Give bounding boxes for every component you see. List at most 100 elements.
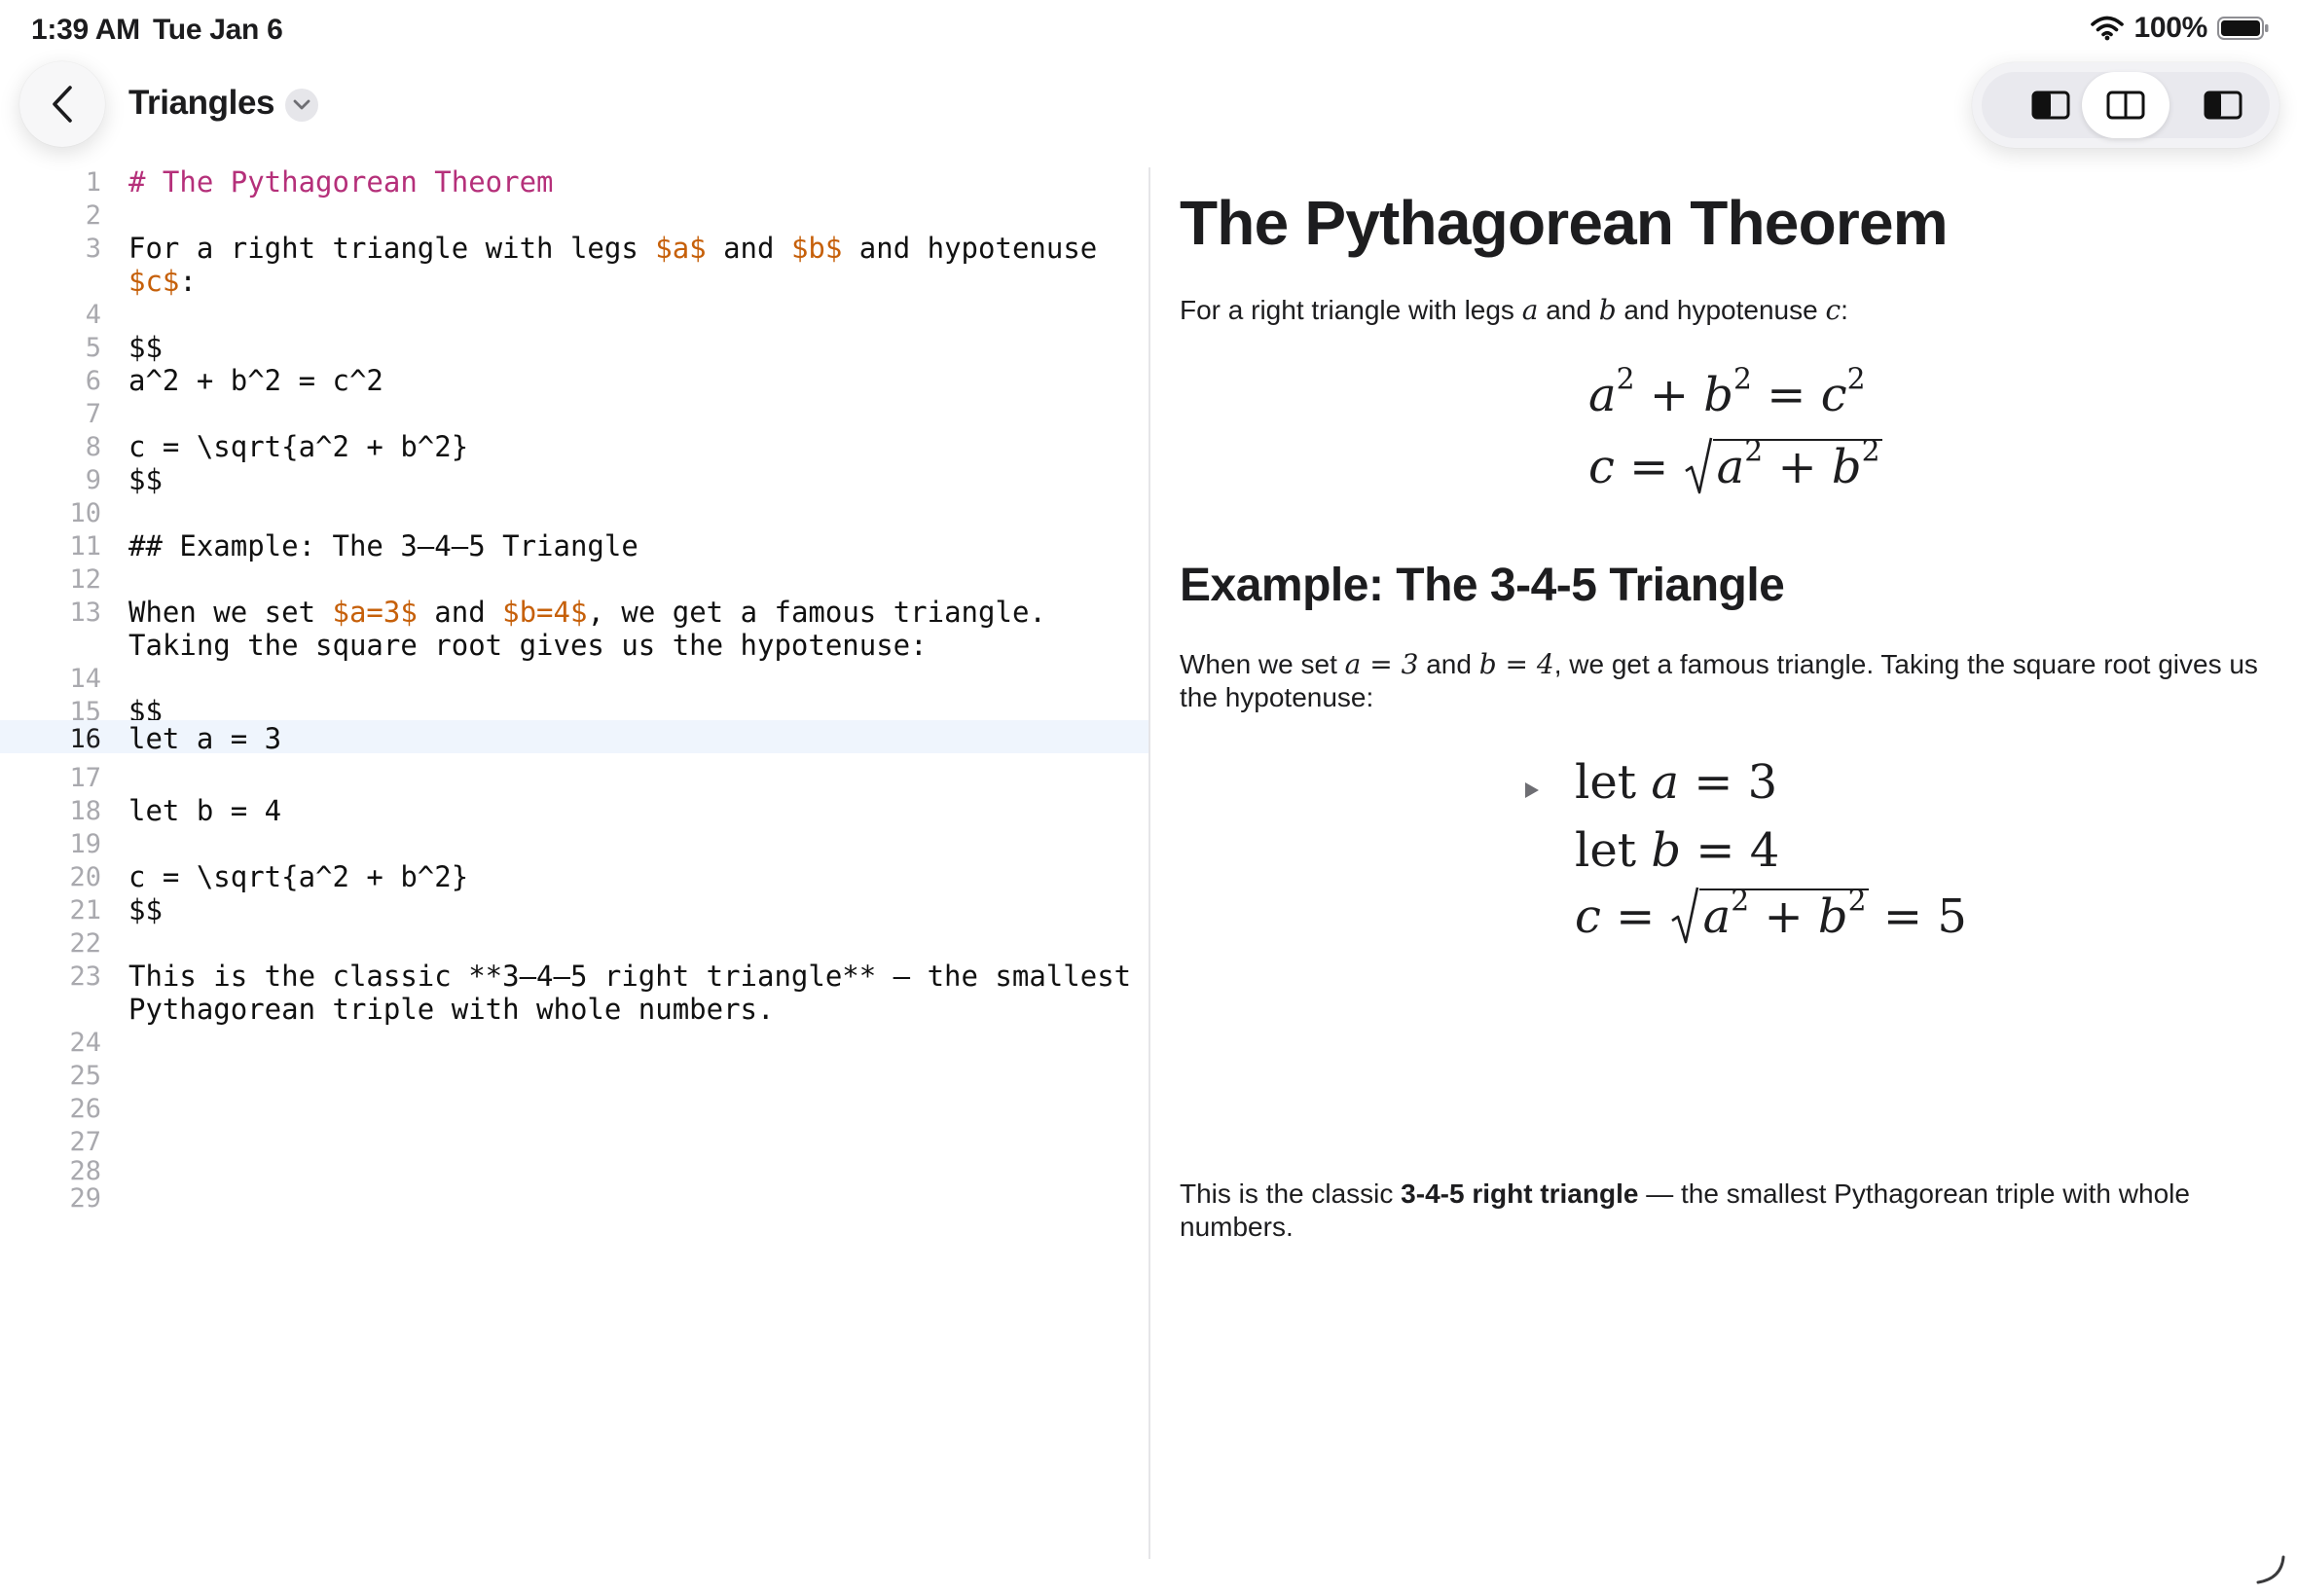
text-run: When we set [1180,649,1345,679]
code-line-active[interactable]: 16 let a = 3 [0,720,1148,755]
text-run: This is the classic **3–4–5 right triang… [128,960,1132,993]
disclosure-triangle-icon[interactable] [1522,780,1542,800]
code-line[interactable]: 25 [0,1059,1148,1092]
display-math-equation: c = a2 + b2 [1588,436,1882,496]
code-line[interactable]: 4 [0,298,1148,331]
code-line[interactable]: 20 c = \sqrt{a^2 + b^2} [0,860,1148,893]
line-number: 7 [85,399,101,429]
text-run: : [1841,295,1848,325]
math-var: b [1831,440,1862,494]
math-exponent: 2 [1847,884,1867,919]
preview-only-view-button[interactable] [2179,72,2267,138]
back-button[interactable] [19,61,105,147]
code-line[interactable]: 9 $$ [0,463,1148,496]
inline-math: $b=4$ [502,596,588,629]
code-line[interactable]: 23 This is the classic **3–4–5 right tri… [0,960,1148,1026]
code-line[interactable]: 5 $$ [0,331,1148,364]
inline-math: $a$ [655,232,707,265]
document-title[interactable]: Triangles [128,84,274,123]
math-delimiter: $$ [128,331,163,364]
text-run: When we set [128,596,333,629]
math-var: a [1651,755,1679,810]
line-number: 22 [69,928,101,959]
status-bar: 1:39 AM Tue Jan 6 100% [0,0,2297,62]
code-line[interactable]: 1 # The Pythagorean Theorem [0,165,1148,199]
code-line[interactable]: 19 [0,827,1148,860]
code-line[interactable]: 7 [0,397,1148,430]
text-run: For a right triangle with legs [1180,295,1522,325]
math-var: a [1588,368,1617,422]
title-menu-button[interactable] [285,89,318,122]
bold-text: 3-4-5 right triangle [1401,1179,1639,1209]
resize-grip-icon[interactable] [2254,1553,2287,1586]
code-line[interactable]: 24 [0,1026,1148,1059]
split-view-icon [2106,91,2145,120]
math-exponent: 2 [1846,362,1866,397]
math-var: a [1702,889,1732,944]
markdown-editor[interactable]: 1 # The Pythagorean Theorem 2 3 For a ri… [0,165,1148,1557]
text-run: For a right triangle with legs [128,232,656,265]
code-line[interactable]: 18 let b = 4 [0,794,1148,827]
pane-divider[interactable] [1148,167,1150,1559]
math-op: = [1600,889,1670,944]
preview-paragraph: This is the classic 3-4-5 right triangle… [1180,1178,2260,1244]
code-line[interactable]: 21 $$ [0,893,1148,926]
code-line[interactable]: 2 [0,199,1148,232]
inline-math: $c$ [128,265,180,298]
preview-paragraph: For a right triangle with legs a and b a… [1180,294,2260,327]
code-line[interactable]: 11 ## Example: The 3–4–5 Triangle [0,529,1148,562]
line-number: 12 [69,564,101,595]
math-op: = [1678,755,1748,810]
code-line[interactable]: 10 [0,496,1148,529]
math-var: b [1651,823,1682,878]
math-source: let a = 3 [128,722,282,755]
line-number: 23 [69,961,101,992]
math-value: 3 [1747,755,1778,810]
sidebar-right-icon [2204,91,2242,120]
math-source: let b = 4 [128,794,282,827]
math-exponent: 2 [1744,434,1764,469]
square-root: a2 + b2 [1684,436,1882,496]
math-source: a^2 + b^2 = c^2 [128,364,383,397]
line-number: 29 [69,1183,101,1214]
code-line[interactable]: 26 [0,1092,1148,1125]
code-line[interactable]: 6 a^2 + b^2 = c^2 [0,364,1148,397]
code-line[interactable]: 27 [0,1125,1148,1158]
line-number: 9 [85,465,101,495]
math-delimiter: $$ [128,893,163,926]
preview-heading-2: Example: The 3-4-5 Triangle [1180,560,1785,611]
text-run: Pythagorean triple with whole numbers. [128,993,775,1026]
line-number: 8 [85,432,101,462]
code-line[interactable]: 3 For a right triangle with legs $a$ and… [0,232,1148,298]
line-number: 5 [85,333,101,363]
math-var: c [1820,368,1847,422]
line-number: 16 [69,724,101,754]
math-exponent: 2 [1733,362,1752,397]
code-line[interactable]: 22 [0,926,1148,960]
status-date: Tue Jan 6 [153,14,283,46]
line-number: 10 [69,498,101,528]
math-op: + [1634,368,1704,422]
inline-math: b [1598,294,1617,326]
square-root: a2 + b2 [1670,886,1869,946]
preview-paragraph: When we set a = 3 and b = 4, we get a fa… [1180,648,2260,714]
math-delimiter: $$ [128,463,163,496]
math-value: 4 [1749,823,1780,878]
radicand: a2 + b2 [1698,887,1869,944]
line-number: 1 [85,167,101,198]
code-line[interactable]: 17 [0,761,1148,794]
markdown-heading: ## Example: The 3–4–5 Triangle [128,529,638,562]
code-line[interactable]: 8 c = \sqrt{a^2 + b^2} [0,430,1148,463]
code-line[interactable]: 13 When we set $a=3$ and $b=4$, we get a… [0,596,1148,662]
math-op: + [1763,440,1832,494]
code-line[interactable]: 29 [0,1181,1148,1215]
code-line[interactable]: 14 [0,662,1148,695]
line-number: 3 [85,234,101,264]
line-number: 2 [85,200,101,231]
battery-percentage: 100% [2133,12,2207,44]
code-line[interactable]: 12 [0,562,1148,596]
split-view-button[interactable] [2082,72,2169,138]
radical-sign-icon [1684,437,1712,494]
sidebar-left-icon [2031,91,2070,120]
math-op: + [1749,889,1818,944]
